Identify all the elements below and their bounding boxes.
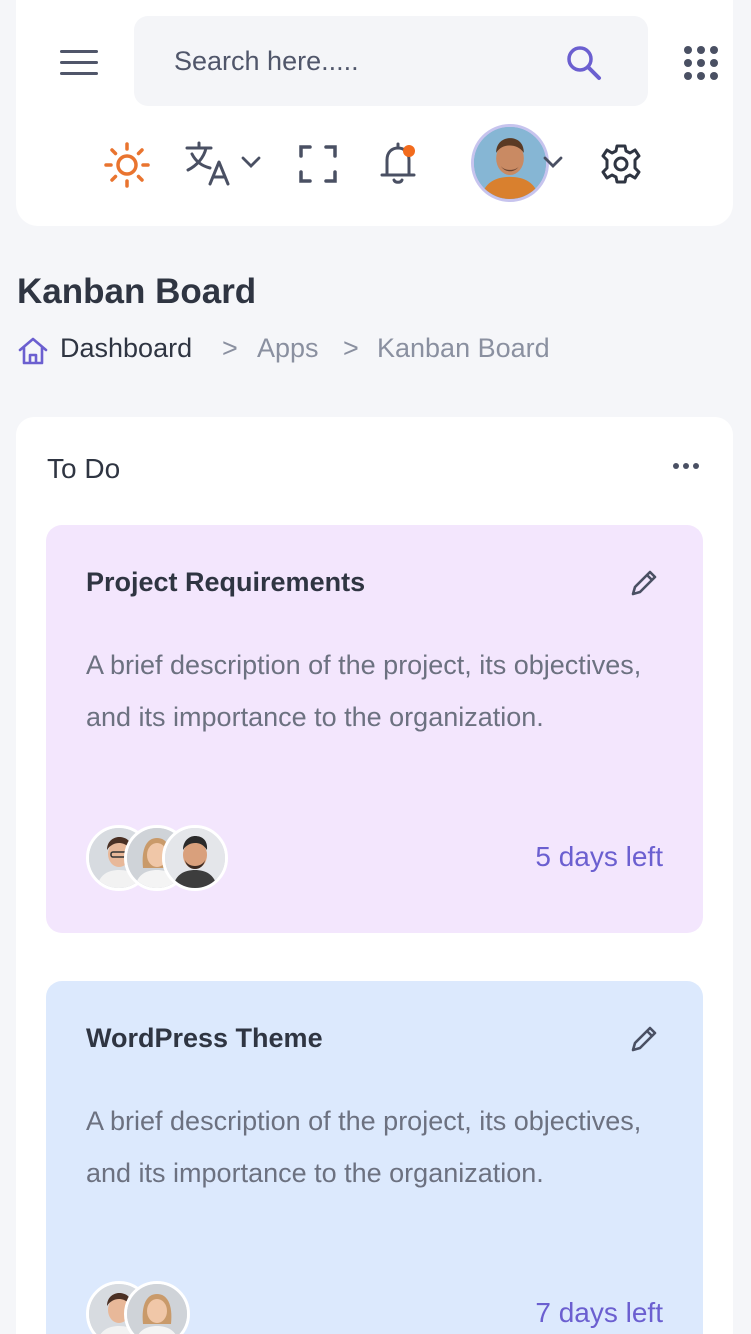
- card-description: A brief description of the project, its …: [86, 650, 642, 732]
- top-header: [16, 0, 733, 226]
- chevron-down-icon[interactable]: [240, 155, 262, 169]
- days-left-label: 5 days left: [535, 841, 663, 872]
- home-icon[interactable]: [17, 335, 49, 367]
- pencil-icon[interactable]: [628, 567, 660, 599]
- search-icon[interactable]: [564, 43, 604, 83]
- card-description: A brief description of the project, its …: [86, 1106, 642, 1188]
- card-title: Project Requirements: [86, 567, 366, 597]
- assignee-avatars: [86, 825, 246, 891]
- grid-icon[interactable]: [682, 44, 720, 82]
- assignee-avatars: [86, 1281, 246, 1334]
- search-input[interactable]: [174, 40, 554, 82]
- translate-icon[interactable]: [184, 140, 234, 186]
- menu-toggle-button[interactable]: [60, 50, 98, 76]
- pencil-icon[interactable]: [628, 1023, 660, 1055]
- avatar[interactable]: [124, 1281, 190, 1334]
- breadcrumb-separator: >: [343, 333, 359, 363]
- kanban-card[interactable]: WordPress Theme A brief description of t…: [46, 981, 703, 1334]
- avatar-image: [127, 1284, 187, 1334]
- avatar-image: [165, 828, 225, 888]
- user-avatar[interactable]: [471, 124, 549, 202]
- page-title: Kanban Board: [17, 272, 257, 311]
- user-avatar-image: [474, 127, 546, 199]
- column-title: To Do: [47, 453, 121, 484]
- more-horizontal-icon[interactable]: [671, 459, 701, 473]
- chevron-down-icon[interactable]: [542, 155, 564, 169]
- kanban-card[interactable]: Project Requirements A brief description…: [46, 525, 703, 933]
- days-left-label: 7 days left: [535, 1297, 663, 1328]
- menu-line: [60, 50, 98, 53]
- bell-icon[interactable]: [378, 140, 420, 186]
- menu-line: [60, 72, 98, 75]
- search-box: [134, 16, 648, 106]
- fullscreen-icon[interactable]: [298, 144, 338, 184]
- menu-line: [60, 61, 98, 64]
- breadcrumb-current: Kanban Board: [377, 333, 550, 363]
- breadcrumb-dashboard[interactable]: Dashboard: [60, 333, 192, 364]
- breadcrumb-apps[interactable]: Apps: [257, 333, 319, 364]
- sun-icon[interactable]: [104, 142, 150, 188]
- card-title: WordPress Theme: [86, 1023, 323, 1053]
- kanban-column-todo: To Do Project Requirements A brief descr…: [16, 417, 733, 1334]
- avatar[interactable]: [162, 825, 228, 891]
- breadcrumb-separator: >: [222, 333, 238, 363]
- gear-icon[interactable]: [600, 143, 642, 185]
